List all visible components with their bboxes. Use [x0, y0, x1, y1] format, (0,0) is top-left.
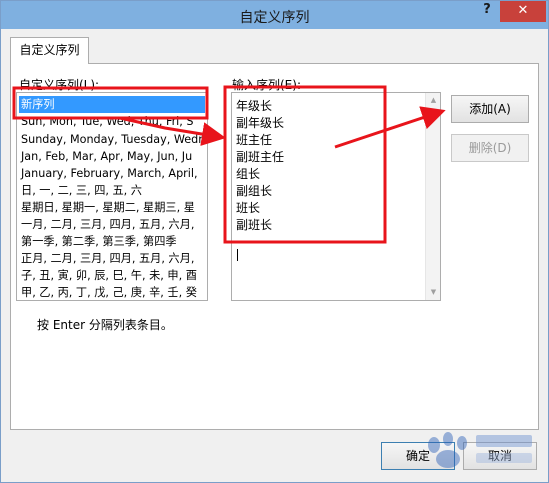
title-bar[interactable]: 自定义序列 ? ✕	[1, 1, 548, 29]
close-icon: ✕	[517, 3, 529, 18]
enter-hint-text: 按 Enter 分隔列表条目。	[37, 318, 173, 332]
entries-scrollbar[interactable]: ▲ ▼	[425, 93, 440, 300]
list-item[interactable]: Jan, Feb, Mar, Apr, May, Jun, Ju	[19, 148, 205, 165]
list-item[interactable]: Sunday, Monday, Tuesday, Wedn	[19, 131, 205, 148]
entry-line: 副年级长	[236, 116, 285, 130]
list-entries-textarea[interactable]: 年级长 副年级长 班主任 副班主任 组长 副组长 班长 副班长 ▲ ▼	[231, 92, 441, 301]
entry-line: 副组长	[236, 184, 273, 198]
scroll-down-icon[interactable]: ▼	[426, 285, 440, 300]
text-caret	[237, 249, 238, 261]
entry-line: 副班主任	[236, 150, 285, 164]
dialog-title: 自定义序列	[239, 10, 310, 26]
list-item[interactable]: 日, 一, 二, 三, 四, 五, 六	[19, 182, 205, 199]
delete-button[interactable]: 删除(D)	[451, 134, 529, 162]
list-item[interactable]: 一月, 二月, 三月, 四月, 五月, 六月,	[19, 216, 205, 233]
list-item[interactable]: 正月, 二月, 三月, 四月, 五月, 六月,	[19, 250, 205, 267]
list-item[interactable]: 子, 丑, 寅, 卯, 辰, 巳, 午, 未, 申, 酉	[19, 267, 205, 284]
entry-line: 班主任	[236, 133, 273, 147]
baidu-watermark-logo	[428, 432, 532, 468]
tab-custom-lists[interactable]: 自定义序列	[10, 37, 89, 64]
add-button[interactable]: 添加(A)	[451, 95, 529, 123]
list-item-new-list[interactable]: 新序列	[19, 96, 205, 113]
tab-label: 自定义序列	[19, 43, 80, 57]
entry-line: 班长	[236, 201, 261, 215]
scroll-up-icon[interactable]: ▲	[426, 93, 440, 108]
custom-lists-listbox[interactable]: 新序列 Sun, Mon, Tue, Wed, Thu, Fri, S Sund…	[16, 92, 208, 301]
list-item[interactable]: Sun, Mon, Tue, Wed, Thu, Fri, S	[19, 113, 205, 130]
list-item[interactable]: 甲, 乙, 丙, 丁, 戊, 己, 庚, 辛, 壬, 癸	[19, 284, 205, 300]
close-button[interactable]: ✕	[500, 1, 546, 22]
entry-line: 组长	[236, 167, 261, 181]
list-item[interactable]: 第一季, 第二季, 第三季, 第四季	[19, 233, 205, 250]
help-button[interactable]: ?	[475, 1, 499, 23]
entry-line: 年级长	[236, 99, 273, 113]
list-item[interactable]: 星期日, 星期一, 星期二, 星期三, 星	[19, 199, 205, 216]
list-entries-label: 输入序列(E):	[232, 78, 301, 92]
custom-lists-label: 自定义序列(L):	[19, 78, 100, 92]
list-item[interactable]: January, February, March, April,	[19, 165, 205, 182]
entry-line: 副班长	[236, 218, 273, 232]
